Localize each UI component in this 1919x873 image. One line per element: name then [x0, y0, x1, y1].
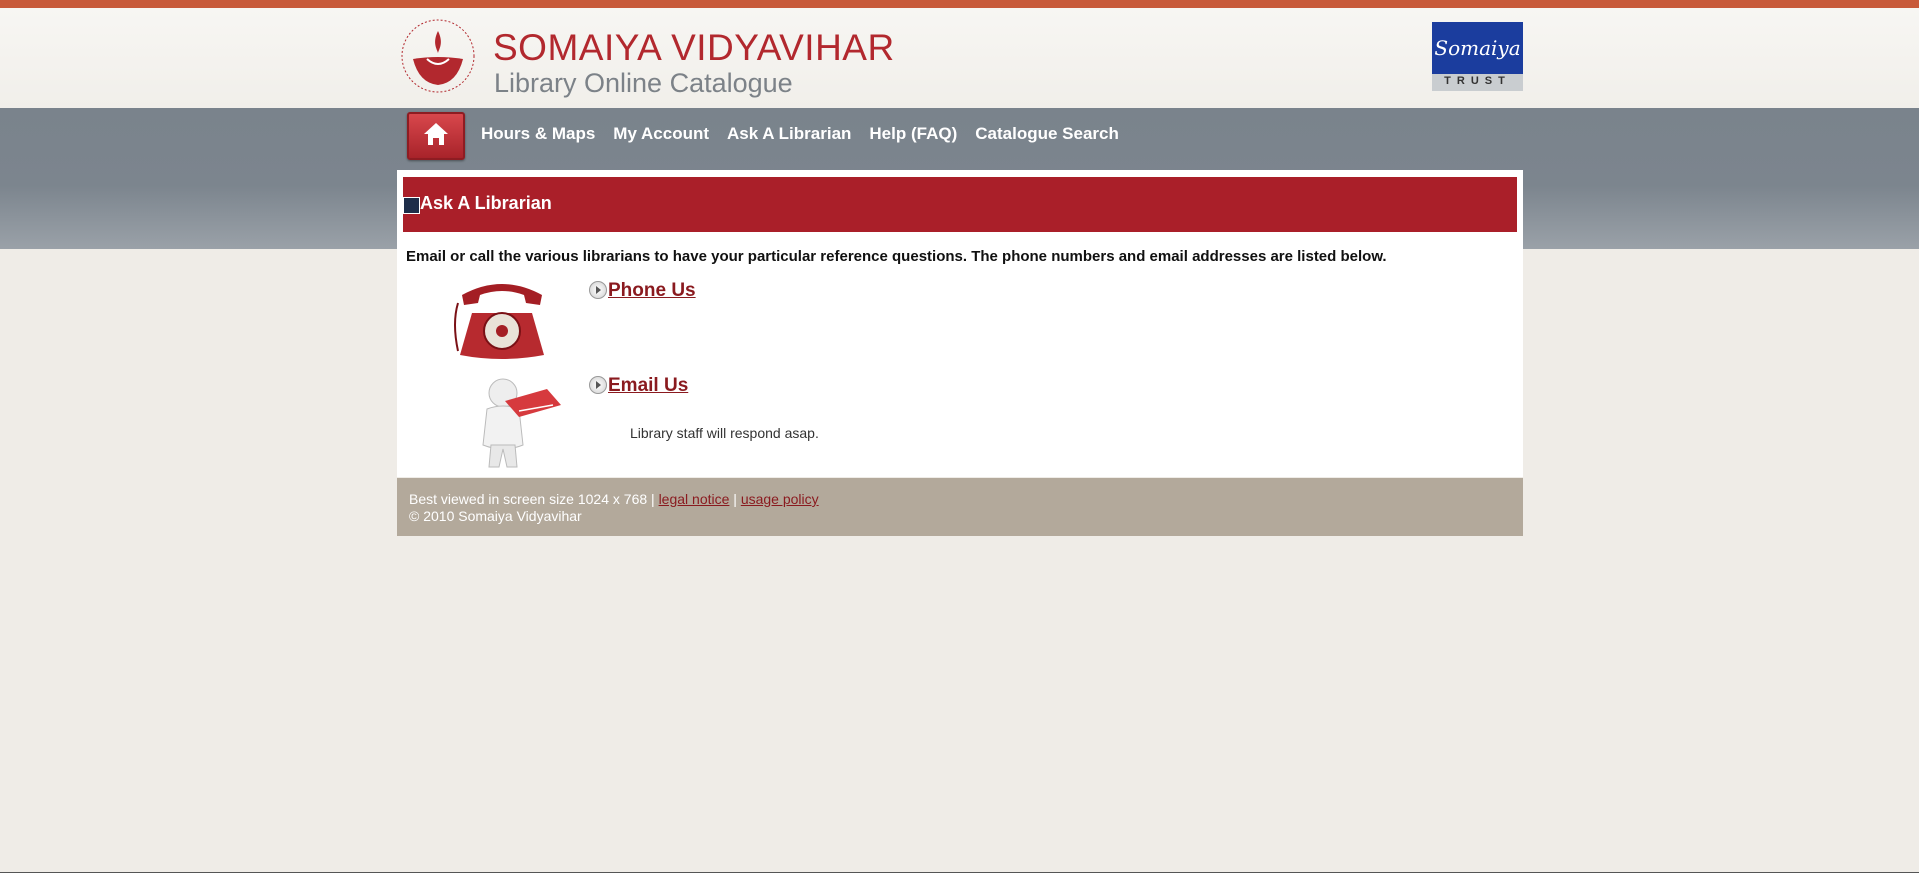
nav-my-account[interactable]: My Account — [613, 124, 709, 144]
phone-bullet-icon — [589, 281, 607, 299]
site-logo[interactable]: SOMAIYA VIDYAVIHAR Library Online Catalo… — [397, 13, 894, 103]
footer-line-1: Best viewed in screen size 1024 x 768 | … — [409, 491, 819, 507]
nav-hours-maps[interactable]: Hours & Maps — [481, 124, 595, 144]
home-icon — [424, 123, 448, 145]
footer: Best viewed in screen size 1024 x 768 | … — [397, 478, 1523, 536]
page-wrapper: SOMAIYA VIDYAVIHAR Library Online Catalo… — [397, 0, 1523, 873]
diya-emblem-icon — [401, 19, 475, 93]
site-subtitle: Library Online Catalogue — [494, 68, 793, 98]
telephone-image — [454, 284, 544, 359]
footer-separator: | — [733, 491, 737, 507]
page-title-bar: Ask A Librarian — [403, 177, 1517, 232]
somaiya-trust-logo[interactable]: Somaiya TRUST — [1432, 22, 1523, 91]
page-title: Ask A Librarian — [420, 193, 552, 213]
email-figure-image — [482, 378, 561, 468]
copyright-text: © 2010 Somaiya Vidyavihar — [409, 508, 582, 524]
legal-notice-link[interactable]: legal notice — [659, 491, 730, 507]
site-title: SOMAIYA VIDYAVIHAR — [493, 27, 895, 68]
title-arrow-icon — [403, 197, 420, 214]
nav-catalogue-search[interactable]: Catalogue Search — [975, 124, 1119, 144]
best-viewed-text: Best viewed in screen size 1024 x 768 | — [409, 491, 655, 507]
email-bullet-icon — [589, 376, 607, 394]
trust-logo-name: Somaiya — [1432, 22, 1523, 74]
main-nav: Hours & Maps My Account Ask A Librarian … — [481, 124, 1137, 144]
email-us-link[interactable]: Email Us — [608, 375, 688, 397]
nav-ask-a-librarian[interactable]: Ask A Librarian — [727, 124, 851, 144]
intro-text: Email or call the various librarians to … — [406, 248, 1387, 265]
nav-help-faq[interactable]: Help (FAQ) — [869, 124, 957, 144]
email-note: Library staff will respond asap. — [630, 425, 819, 441]
trust-logo-label: TRUST — [1444, 75, 1511, 87]
home-button[interactable] — [407, 112, 465, 160]
usage-policy-link[interactable]: usage policy — [741, 491, 819, 507]
content-panel: Ask A Librarian Email or call the variou… — [397, 170, 1523, 477]
phone-us-link[interactable]: Phone Us — [608, 280, 696, 302]
